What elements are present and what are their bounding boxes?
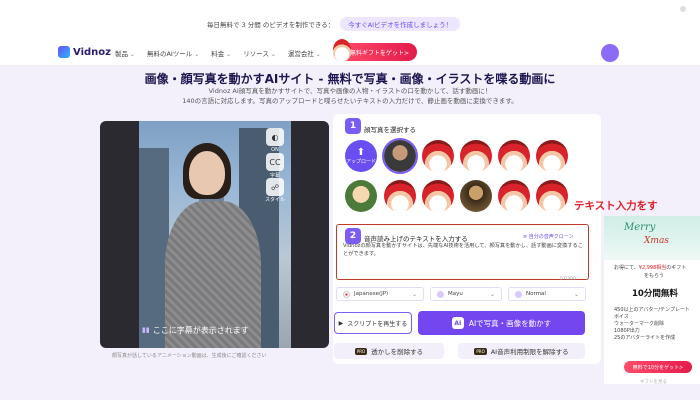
promo-merry: Merry — [624, 222, 656, 233]
logo-text: Vidnoz — [73, 46, 111, 58]
main-nav: Vidnoz 製品 無料のAIツール 料金 リソース 運営会社 無料ギフトをゲッ… — [0, 39, 700, 66]
promo-offer: お得にて、¥2,998相当のギフト — [614, 264, 686, 271]
generate-button[interactable]: AI AIで写真・画像を動かす — [418, 311, 585, 335]
promo-item: ボイス — [614, 314, 629, 320]
remove-watermark-label: 透かしを削除する — [371, 348, 424, 356]
play-icon: ▶ — [338, 319, 344, 327]
chevron-down-icon: ⌄ — [489, 290, 495, 298]
avatar-option[interactable] — [384, 180, 416, 212]
play-script-label: スクリプトを再生する — [347, 320, 408, 328]
caption-icon[interactable]: CC — [266, 153, 284, 171]
style-icon — [515, 290, 522, 298]
nav-item-free-ai-tools[interactable]: 無料のAIツール — [147, 48, 199, 58]
style-label: スタイル — [264, 197, 285, 203]
voice-value: Mayu — [448, 291, 463, 297]
promo-offer-prefix: お得にて、 — [614, 265, 639, 271]
step-1-number: 1 — [345, 118, 361, 134]
nav-item-resources[interactable]: リソース — [243, 48, 276, 58]
announcement-link[interactable]: 今すぐAIビデオを作成しましょう！ — [340, 17, 461, 31]
pro-badge: PRO — [474, 347, 487, 355]
voice-avatar-icon — [437, 290, 444, 298]
promo-fine-print[interactable]: ギフトを見る — [640, 379, 667, 385]
user-avatar[interactable] — [601, 44, 619, 62]
upload-icon: ⬆ — [356, 146, 366, 158]
script-text: Vidnozの顔写真を動かすサイトは、先端なAI技術を活用して、顔写真を動かし、… — [343, 243, 583, 257]
gift-button[interactable]: 無料ギフトをゲット> — [333, 39, 417, 61]
avatar-option[interactable] — [422, 140, 454, 172]
nav-item-company[interactable]: 運営会社 — [288, 48, 321, 58]
promo-xmas: Xmas — [644, 236, 669, 246]
promo-item: 450以上のアバター/テンプレート — [614, 307, 690, 313]
pro-badge: PRO — [354, 347, 368, 355]
avatar-option[interactable] — [460, 180, 492, 212]
avatar-option[interactable] — [460, 140, 492, 172]
promo-item: 25のアバターライトを作成 — [614, 335, 676, 341]
style-icon[interactable]: ☍ — [266, 178, 284, 196]
video-preview — [100, 121, 329, 348]
upload-label: アップロード — [345, 158, 376, 165]
avatar-option[interactable] — [536, 180, 568, 212]
voice-select[interactable]: Mayu ⌄ — [430, 287, 502, 301]
chevron-down-icon: ⌄ — [411, 290, 417, 298]
annotation-text: テキスト入力をす — [574, 200, 658, 212]
japan-flag-icon — [343, 290, 350, 298]
promo-item: 1080P出力 — [614, 328, 640, 334]
style-value: Normal — [526, 291, 546, 297]
announcement-bar: 毎日無料で 3 分間 のビデオを制作できる： 今すぐAIビデオを作成しましょう！ — [0, 0, 700, 40]
subtitle-line-1: Vidnoz AI顔写真を動かすサイトで、写真や画像の人物・イラストの口を動かし… — [208, 87, 492, 95]
nav-items: 製品 無料のAIツール 料金 リソース 運営会社 — [115, 48, 321, 58]
remove-watermark-button[interactable]: PRO 透かしを削除する — [334, 343, 444, 359]
unlock-voice-label: AI音声利用制限を解除する — [490, 348, 569, 356]
ai-icon: AI — [451, 317, 464, 329]
play-script-button[interactable]: ▶ スクリプトを再生する — [334, 312, 412, 334]
upload-photo-button[interactable]: ⬆ アップロード — [345, 140, 377, 172]
logo-icon — [58, 46, 70, 58]
subtitle-text: ここに字幕が表示されます — [152, 325, 249, 335]
promo-claim-button[interactable]: 無料で10分をゲット> — [624, 361, 692, 373]
avatar-option[interactable] — [498, 180, 530, 212]
page-subtitle: Vidnoz AI顔写真を動かすサイトで、写真や画像の人物・イラストの口を動かし… — [100, 86, 600, 106]
avatar-option[interactable] — [382, 138, 418, 174]
generate-label: AIで写真・画像を動かす — [468, 318, 552, 328]
avatar-option[interactable] — [498, 140, 530, 172]
promo-card: Merry Xmas お得にて、¥2,998相当のギフト をもらう 450以上の… — [604, 216, 700, 384]
promo-price: ¥2,998相当 — [638, 265, 667, 271]
style-select[interactable]: Normal ⌄ — [508, 287, 586, 301]
avatar-option[interactable] — [536, 140, 568, 172]
page-title: 画像・顔写真を動かすAIサイト - 無料で写真・画像・イラストを喋る動画に — [144, 72, 556, 86]
unlock-voice-button[interactable]: PRO AI音声利用制限を解除する — [458, 343, 585, 359]
announcement: 毎日無料で 3 分間 のビデオを制作できる： 今すぐAIビデオを作成しましょう！ — [207, 17, 461, 31]
preview-note: 顔写真が話しているアニメーション動画は、生成後にご確認ください — [112, 353, 267, 359]
person-face — [189, 151, 225, 195]
chevron-down-icon: ⌄ — [573, 290, 579, 298]
voice-clone-link[interactable]: ≡ 自分の音声クローン — [523, 233, 574, 240]
char-count: 57/300 — [560, 277, 576, 282]
voice-toggle-icon[interactable]: ◐ — [266, 128, 284, 146]
promo-offer-line2: をもらう — [644, 273, 665, 279]
step-1-label: 顔写真を選択する — [364, 126, 416, 134]
promo-banner: Merry Xmas — [604, 216, 700, 260]
logo[interactable]: Vidnoz — [58, 46, 111, 58]
promo-headline: 10分間無料 — [632, 289, 678, 299]
language-value: Japanese(JP) — [354, 291, 389, 297]
announcement-text: 毎日無料で 3 分間 のビデオを制作できる： — [207, 21, 335, 29]
promo-offer-suffix: のギフト — [666, 265, 687, 271]
language-select[interactable]: Japanese(JP) ⌄ — [336, 287, 424, 301]
santa-icon — [333, 39, 351, 61]
nav-item-pricing[interactable]: 料金 — [211, 48, 231, 58]
subtitle-line-2: 140の言語に対応します。写真のアップロードと喋らせたいテキストの入力だけで、静… — [182, 97, 518, 105]
more-icon[interactable] — [680, 6, 686, 12]
nav-item-products[interactable]: 製品 — [115, 48, 135, 58]
avatar-option[interactable] — [422, 180, 454, 212]
gift-button-label: 無料ギフトをゲット> — [349, 49, 409, 57]
promo-item: ウォーターマーク削除 — [614, 321, 665, 327]
subtitle-icon: ▮▮ — [142, 326, 150, 334]
avatar-option[interactable] — [345, 180, 377, 212]
subtitle-overlay: ▮▮ ここに字幕が表示されます — [142, 324, 292, 336]
